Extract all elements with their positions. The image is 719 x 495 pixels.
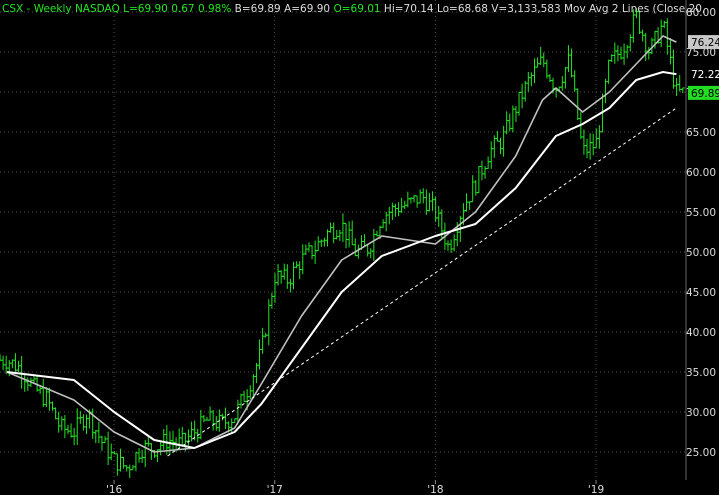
svg-text:CSX - Weekly: CSX - Weekly NASDAQ L=69.90 0.67 0.98% B… xyxy=(2,3,705,15)
header-change-pct: 0.98% xyxy=(198,3,231,15)
header-bid: B=69.89 xyxy=(235,3,281,15)
y-tick-label: 35.00 xyxy=(686,367,716,379)
y-tick-label: 50.00 xyxy=(686,247,716,259)
y-tick-label: 30.00 xyxy=(686,407,716,419)
price-tag-label: 69.89 xyxy=(691,88,719,100)
header-symbol: CSX xyxy=(2,3,23,15)
x-tick-label: '16 xyxy=(106,484,123,495)
header-study: Mov Avg 2 Lines (Close,20, xyxy=(564,3,705,15)
header-open: O=69.01 xyxy=(333,3,380,15)
header-last: L=69.90 xyxy=(123,3,168,15)
header-high: Hi=70.14 xyxy=(384,3,434,15)
y-tick-label: 25.00 xyxy=(686,447,716,459)
price-tag: 72.22 xyxy=(687,66,719,82)
y-tick-label: 45.00 xyxy=(686,287,716,299)
y-tick-label: 65.00 xyxy=(686,127,716,139)
header-change: 0.67 xyxy=(171,3,194,15)
stock-chart[interactable]: 25.00 30.00 35.00 40.00 45.00 50.00 55.00 60.00… xyxy=(0,0,719,495)
chart-header: CSX - Weekly NASDAQ L=69.90 0.67 0.98% B… xyxy=(2,3,705,15)
price-tag-label: 76.24 xyxy=(691,37,719,49)
x-tick-label: '19 xyxy=(588,484,604,495)
x-tick-label: '17 xyxy=(267,484,283,495)
x-tick-label: '18 xyxy=(427,484,443,495)
price-tag-label: 72.22 xyxy=(691,69,719,81)
header-low: Lo=68.68 xyxy=(437,3,488,15)
header-exchange: NASDAQ xyxy=(75,3,120,15)
header-ask: A=69.90 xyxy=(284,3,330,15)
y-tick-label: 40.00 xyxy=(686,327,716,339)
price-tag: 76.24 xyxy=(688,35,719,50)
header-volume: V=3,133,583 xyxy=(491,3,560,15)
header-period: Weekly xyxy=(34,3,72,15)
chart-background xyxy=(0,0,719,495)
price-tags: 76.24 72.22 69.89 xyxy=(687,35,719,100)
price-tag: 69.89 xyxy=(688,85,719,100)
y-tick-label: 60.00 xyxy=(686,167,716,179)
y-tick-label: 55.00 xyxy=(686,207,716,219)
